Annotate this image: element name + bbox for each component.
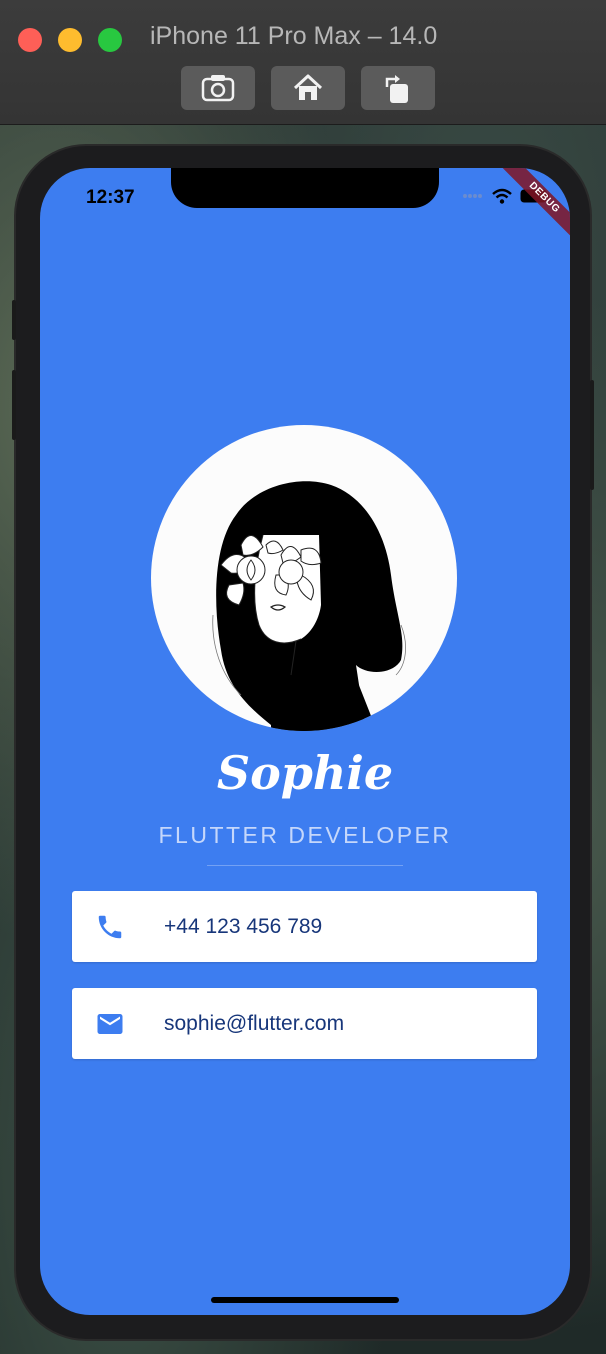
camera-icon xyxy=(201,75,235,102)
app-screen: 12:37 DEBUG Sophie FLUTTER DEVELOPER +44… xyxy=(40,168,570,1315)
close-window-button[interactable] xyxy=(18,28,42,52)
screenshot-button[interactable] xyxy=(181,66,255,110)
email-address: sophie@flutter.com xyxy=(164,1011,345,1035)
mail-icon xyxy=(92,1006,128,1042)
minimize-window-button[interactable] xyxy=(58,28,82,52)
avatar xyxy=(151,425,457,731)
rotate-button[interactable] xyxy=(361,66,435,110)
signal-icon xyxy=(463,194,482,198)
wifi-icon xyxy=(492,188,512,204)
rotate-icon xyxy=(385,75,408,103)
power-button xyxy=(590,380,594,490)
profile-title: FLUTTER DEVELOPER xyxy=(158,822,452,848)
phone-card[interactable]: +44 123 456 789 xyxy=(72,891,537,962)
home-indicator[interactable] xyxy=(211,1297,399,1303)
phone-icon xyxy=(92,909,128,945)
email-card[interactable]: sophie@flutter.com xyxy=(72,988,537,1059)
status-time: 12:37 xyxy=(86,187,135,208)
home-icon xyxy=(293,74,323,100)
simulator-title: iPhone 11 Pro Max – 14.0 xyxy=(150,22,438,50)
notch xyxy=(171,168,439,208)
divider xyxy=(207,865,403,866)
woman-portrait-illustration xyxy=(212,481,406,731)
simulator-titlebar: iPhone 11 Pro Max – 14.0 xyxy=(0,0,606,125)
profile-name: Sophie xyxy=(216,746,394,800)
volume-up-button xyxy=(12,370,16,440)
zoom-window-button[interactable] xyxy=(98,28,122,52)
phone-number: +44 123 456 789 xyxy=(164,914,323,938)
mute-switch xyxy=(12,300,16,340)
home-button[interactable] xyxy=(271,66,345,110)
